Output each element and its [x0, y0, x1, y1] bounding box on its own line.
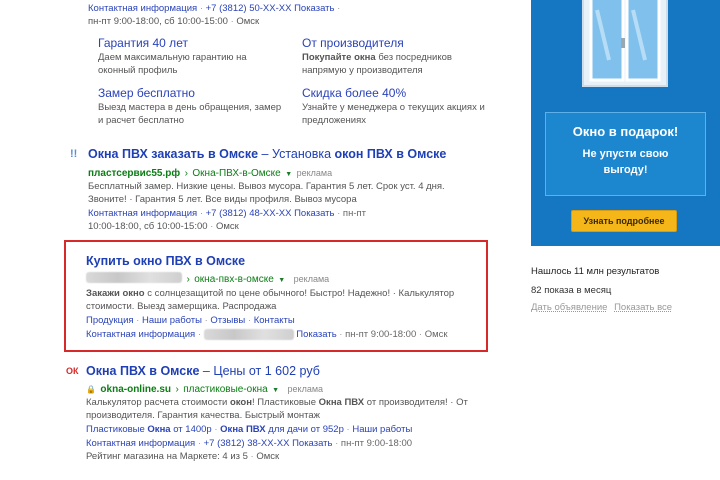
result4-sitelinks: Пластиковые Окна от 1400р · Окна ПВХ для…: [86, 424, 413, 435]
sitelink-title[interactable]: От производителя: [302, 36, 452, 51]
ad-label: реклама: [287, 384, 324, 394]
show-phone-link[interactable]: Показать: [294, 208, 334, 219]
sitelink-works[interactable]: Наши работы: [142, 315, 202, 326]
sitelink-desc: Узнайте у менеджера о текущих акциях и: [302, 102, 485, 113]
sitelink-title[interactable]: Скидка более 40%: [302, 86, 485, 101]
result3-text2: стоимости. Выезд замерщика. Распродажа: [86, 301, 277, 312]
sitelink-desc: Покупайте окна без посредников: [302, 52, 452, 63]
sitelink-desc: напрямую у производителя: [302, 65, 423, 76]
sitelink-desc: и расчет бесплатно: [98, 115, 185, 126]
result4-contact-row: Контактная информация · +7 (3812) 38-XX-…: [86, 438, 413, 449]
sitelink-3[interactable]: Замер бесплатно Выезд мастера в день обр…: [98, 86, 281, 127]
sidebar-links: Дать объявление Показать все: [531, 302, 672, 313]
sitelink-4[interactable]: Скидка более 40% Узнайте у менеджера о т…: [302, 86, 485, 127]
result2-title[interactable]: Окна ПВХ заказать в Омске – Установка ок…: [88, 146, 446, 162]
contact-info-link[interactable]: Контактная информация: [88, 208, 197, 219]
result4-text2: производителя. Гарантия качества. Быстры…: [86, 410, 321, 421]
chevron-down-icon[interactable]: ▼: [272, 387, 279, 394]
show-phone-link[interactable]: Показать: [292, 438, 332, 449]
working-hours: пн-пт: [342, 208, 366, 219]
working-hours: пн-пт 9:00-18:00: [340, 438, 413, 449]
result2-hours-row: 10:00-18:00, сб 10:00-15:00 · Омск: [88, 221, 239, 232]
ad-label: реклама: [293, 274, 330, 284]
lock-icon: 🔒: [86, 385, 96, 394]
sitelink-works[interactable]: Наши работы: [352, 424, 412, 435]
result1-hours-row: пн-пт 9:00-18:00, сб 10:00-15:00 · Омск: [88, 16, 260, 27]
ad-label: реклама: [296, 168, 333, 178]
favicon-icon: ОК: [66, 366, 79, 376]
domain-link[interactable]: пластсервис55.рф: [88, 168, 180, 179]
market-rating: Рейтинг магазина на Маркете: 4 из 5: [86, 451, 248, 462]
city: Омск: [215, 221, 239, 232]
show-phone-link[interactable]: Показать: [296, 329, 336, 340]
results-count: Нашлось 11 млн результатов: [531, 266, 660, 277]
sitelink-products[interactable]: Продукция: [86, 315, 134, 326]
phone-number[interactable]: +7 (3812) 38-XX-XX: [204, 438, 290, 449]
path-link[interactable]: пластиковые-окна: [183, 384, 267, 395]
result4-text1: Калькулятор расчета стоимости окон! Плас…: [86, 397, 468, 408]
result3-text1: Закажи окно с солнцезащитой по цене обыч…: [86, 288, 455, 299]
sitelink-dacha[interactable]: Окна ПВХ для дачи от 952р: [220, 424, 344, 435]
show-all-link[interactable]: Показать все: [614, 302, 672, 313]
sitelink-1[interactable]: Гарантия 40 лет Даем максимальную гарант…: [98, 36, 247, 77]
sitelink-reviews[interactable]: Отзывы: [210, 315, 245, 326]
result4-title[interactable]: Окна ПВХ в Омске – Цены от 1 602 руб: [86, 363, 320, 379]
ad-banner[interactable]: Окно в подарок! Не упусти свою выгоду! У…: [531, 0, 720, 246]
result2-text2: Звоните! · Гарантия 5 лет. Все виды проф…: [88, 194, 357, 205]
result4-url-row: 🔒 okna-online.su › пластиковые-окна ▼ ре…: [86, 384, 324, 395]
place-ad-link[interactable]: Дать объявление: [531, 302, 607, 313]
chevron-down-icon[interactable]: ▼: [278, 277, 285, 284]
window-icon: [582, 0, 668, 87]
banner-subtitle-1: Не упусти свою: [582, 148, 669, 160]
city: Омск: [256, 451, 280, 462]
sitelink-2[interactable]: От производителя Покупайте окна без поср…: [302, 36, 452, 77]
sitelink-title[interactable]: Гарантия 40 лет: [98, 36, 247, 51]
sitelink-contacts[interactable]: Контакты: [254, 315, 295, 326]
banner-subtitle-2: выгоду!: [603, 164, 648, 176]
phone-number[interactable]: +7 (3812) 50-XX-XX: [206, 3, 292, 14]
sitelink-title[interactable]: Замер бесплатно: [98, 86, 281, 101]
working-hours: пн-пт 9:00-18:00: [345, 329, 417, 340]
sitelink-plastic-windows[interactable]: Пластиковые Окна от 1400р: [86, 424, 212, 435]
favicon-icon: !!: [70, 148, 78, 160]
city: Омск: [424, 329, 448, 340]
result4-rating-row: Рейтинг магазина на Маркете: 4 из 5 · Ом…: [86, 451, 280, 462]
path-link[interactable]: окна-пвх-в-омске: [194, 274, 274, 285]
contact-info-link[interactable]: Контактная информация: [86, 329, 195, 340]
contact-info-link[interactable]: Контактная информация: [86, 438, 195, 449]
monthly-views: 82 показа в месяц: [531, 285, 612, 296]
path-link[interactable]: Окна-ПВХ-в-Омске: [192, 168, 280, 179]
chevron-down-icon[interactable]: ▼: [285, 171, 292, 178]
learn-more-button[interactable]: Узнать подробнее: [571, 210, 677, 232]
sitelink-desc: предложениях: [302, 115, 366, 126]
result2-contact-row: Контактная информация · +7 (3812) 48-XX-…: [88, 208, 366, 219]
sitelink-desc: оконный профиль: [98, 65, 178, 76]
working-hours: пн-пт 9:00-18:00, сб 10:00-15:00: [88, 16, 228, 27]
result1-contact-row: Контактная информация · +7 (3812) 50-XX-…: [88, 3, 341, 14]
result2-text1: Бесплатный замер. Низкие цены. Вывоз мус…: [88, 181, 445, 192]
city: Омск: [236, 16, 260, 27]
result3-url-row: › окна-пвх-в-омске ▼ реклама: [86, 269, 329, 287]
sitelink-desc: Даем максимальную гарантию на: [98, 52, 247, 63]
sitelink-desc: Выезд мастера в день обращения, замер: [98, 102, 282, 113]
show-phone-link[interactable]: Показать: [294, 3, 334, 14]
working-hours: 10:00-18:00, сб 10:00-15:00: [88, 221, 208, 232]
blurred-phone: [203, 328, 294, 340]
phone-number[interactable]: +7 (3812) 48-XX-XX: [206, 208, 292, 219]
result3-sitelinks: Продукция · Наши работы · Отзывы · Конта…: [86, 315, 295, 326]
banner-title: Окно в подарок!: [572, 124, 679, 139]
result2-url-row: пластсервис55.рф › Окна-ПВХ-в-Омске ▼ ре…: [88, 168, 333, 179]
result3-title[interactable]: Купить окно ПВХ в Омске: [86, 253, 245, 269]
domain-link[interactable]: okna-online.su: [100, 384, 171, 395]
blurred-domain[interactable]: [86, 272, 182, 284]
result3-contact-row: Контактная информация · Показать · пн-пт…: [86, 328, 448, 340]
contact-info-link[interactable]: Контактная информация: [88, 3, 197, 14]
